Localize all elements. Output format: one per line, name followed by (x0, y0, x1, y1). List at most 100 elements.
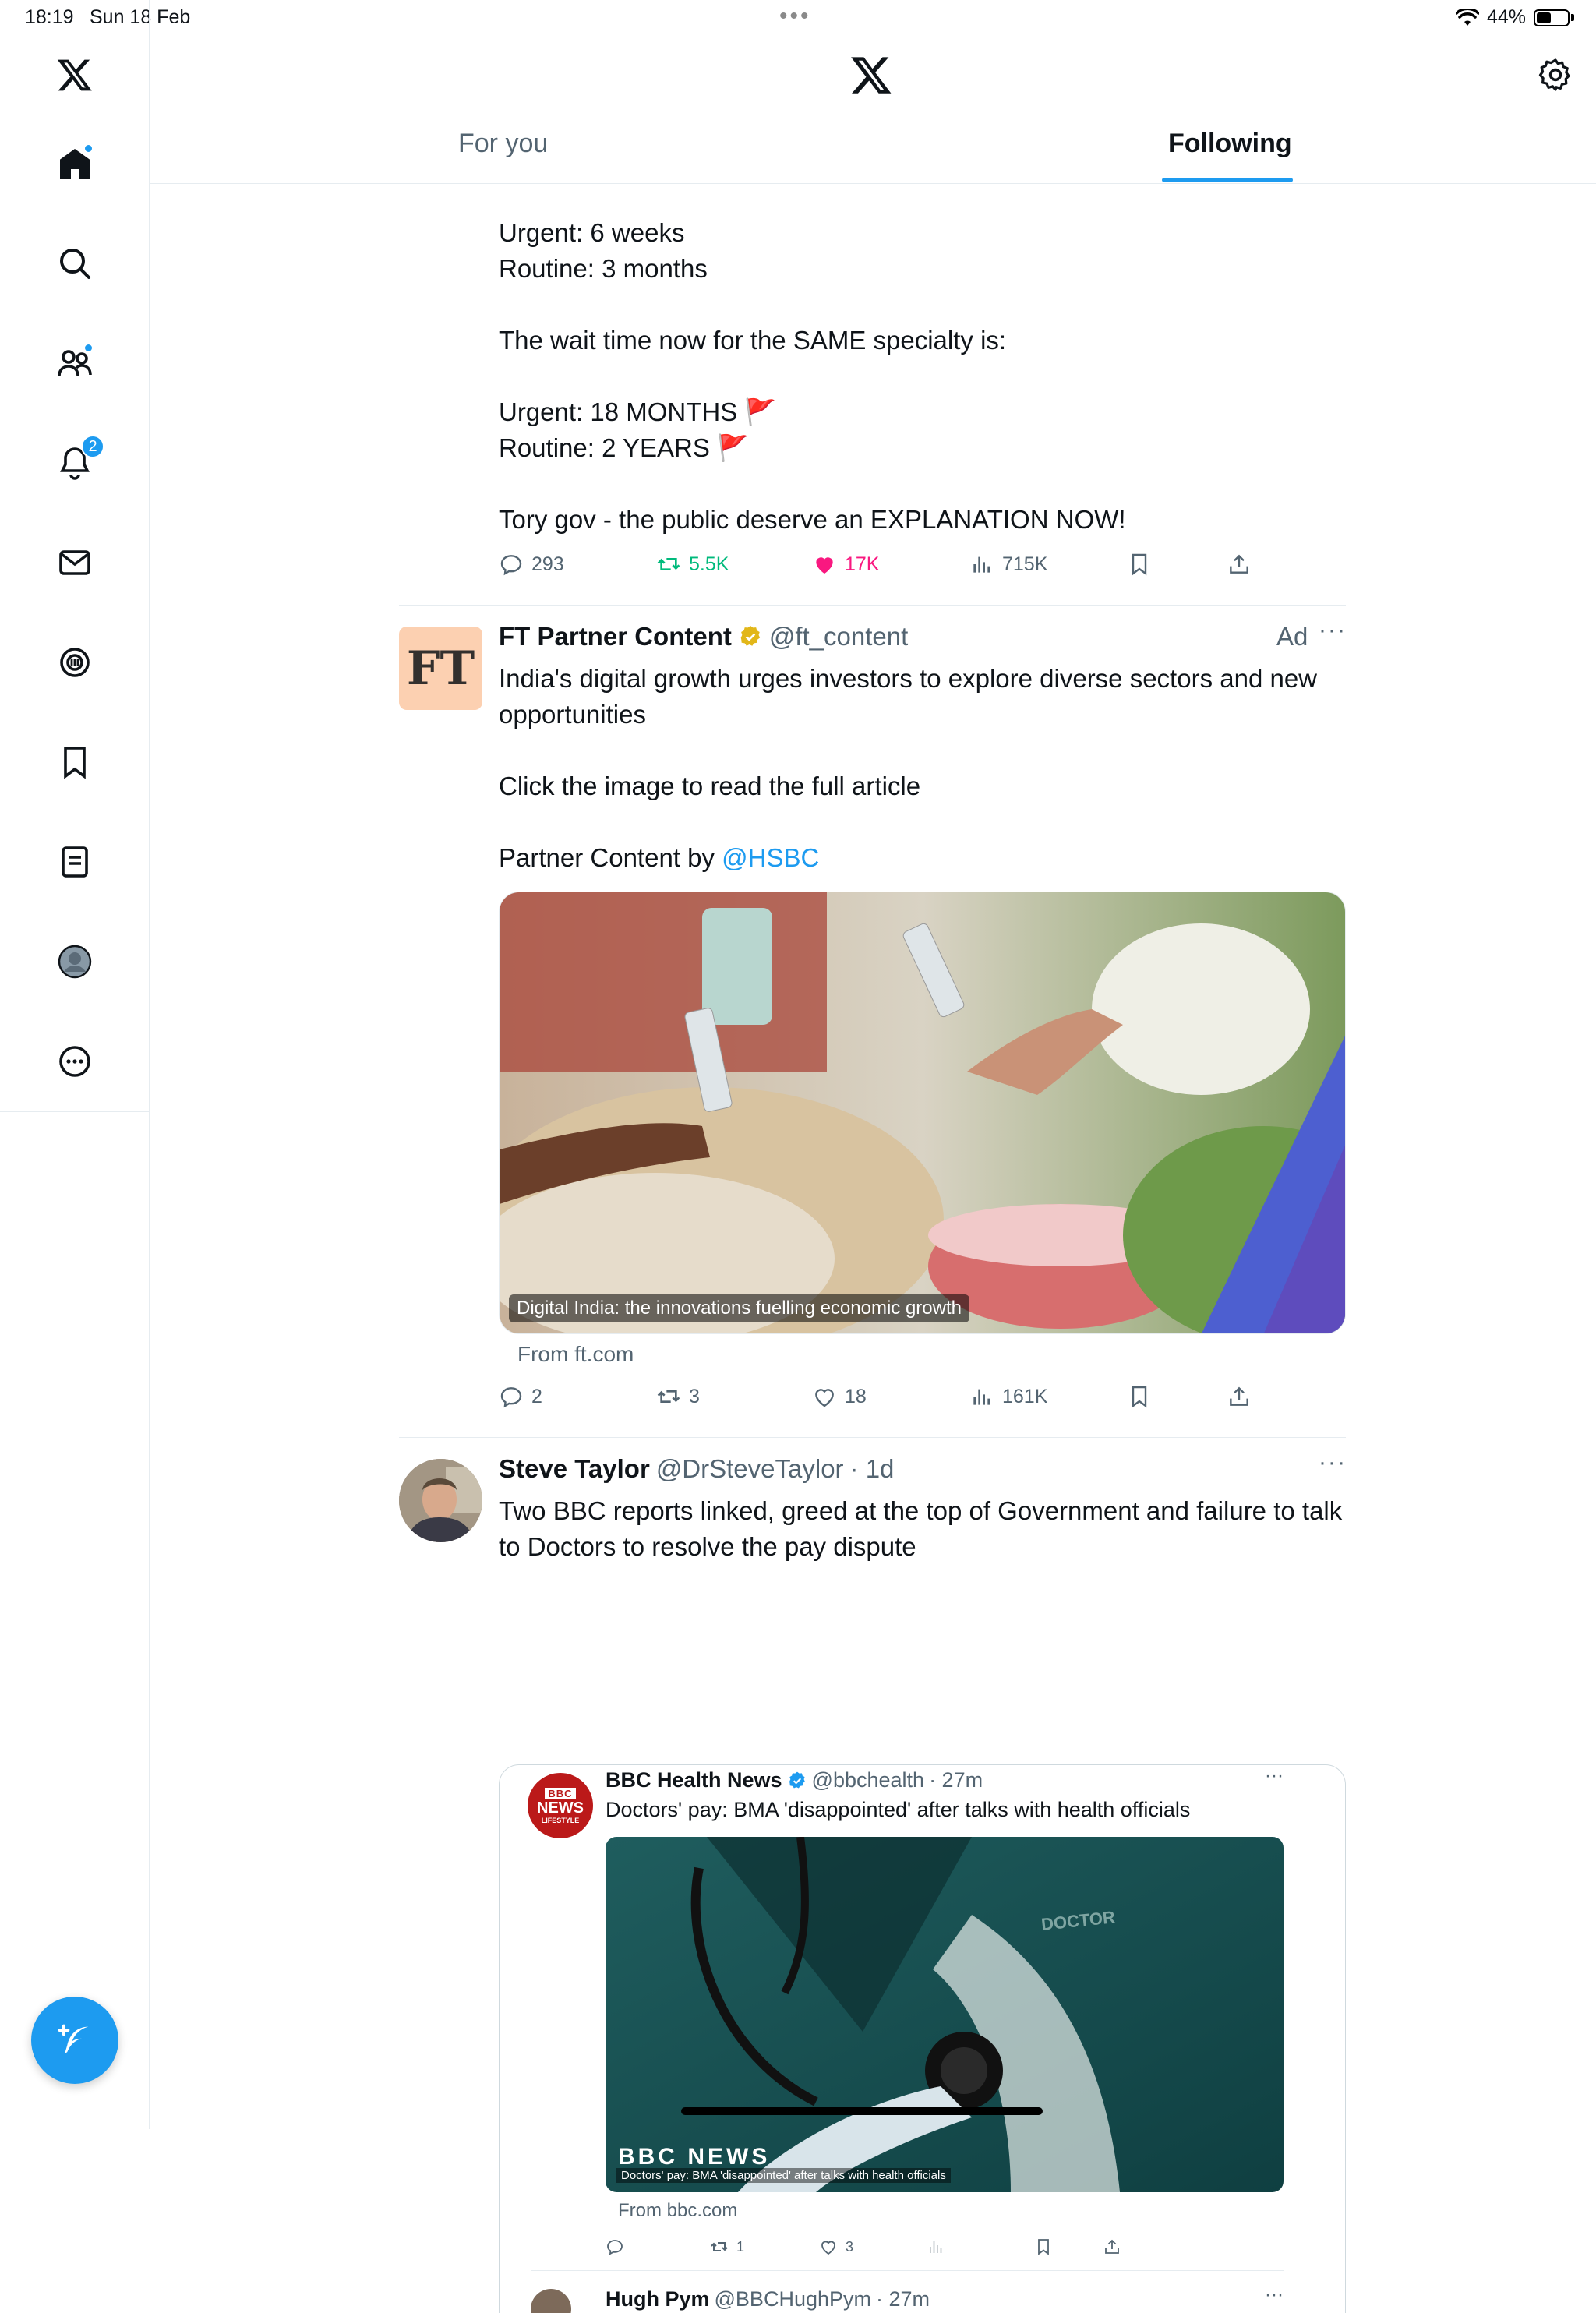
views-button[interactable]: 715K (969, 552, 1047, 577)
next-timestamp: · 27m (876, 2287, 930, 2311)
post-divider (399, 1437, 1346, 1438)
repost-button[interactable]: 3 (656, 1384, 700, 1409)
post-author-row: FT Partner Content @ft_content (499, 622, 908, 652)
profile-avatar-icon[interactable] (50, 937, 100, 987)
link-source[interactable]: From ft.com (517, 1342, 634, 1367)
quoted-repost-count: 1 (736, 2238, 745, 2255)
share-icon (1105, 2239, 1119, 2254)
bookmarks-icon[interactable] (50, 737, 100, 787)
post-text-prefix: Partner Content by (499, 843, 722, 872)
author-name[interactable]: Steve Taylor (499, 1454, 650, 1484)
quoted-timestamp: · 27m (929, 1768, 983, 1792)
gold-verified-badge-icon (740, 626, 760, 646)
post-text: Click the image to read the full article (499, 772, 921, 800)
tab-following[interactable]: Following (1168, 129, 1292, 159)
quoted-image[interactable]: DOCTOR BBC NEWS Doctors' pay: BMA 'disap… (606, 1837, 1284, 2192)
compose-post-button[interactable] (31, 1997, 118, 2084)
quoted-like-button[interactable]: 3 (819, 2237, 853, 2256)
post-more-icon[interactable]: ··· (1319, 1450, 1347, 1476)
quoted-share-button[interactable] (1103, 2237, 1121, 2256)
quoted-link-source[interactable]: From bbc.com (618, 2200, 737, 2222)
quoted-like-count: 3 (846, 2238, 854, 2255)
tab-for-you[interactable]: For you (458, 129, 548, 159)
blue-verified-badge-icon (789, 1771, 805, 1789)
quoted-author-name: BBC Health News (606, 1768, 782, 1792)
bookmark-button[interactable] (1127, 552, 1152, 577)
wifi-icon (1455, 8, 1479, 26)
repost-count: 3 (689, 1385, 700, 1407)
quoted-reply-button[interactable] (606, 2237, 624, 2256)
reply-button[interactable]: 2 (499, 1384, 542, 1409)
bbc-avatar-line: NEWS (537, 1799, 584, 1817)
search-icon[interactable] (50, 238, 100, 288)
post-more-icon[interactable]: ··· (1319, 617, 1347, 644)
reply-icon (500, 555, 522, 576)
lists-icon[interactable] (50, 837, 100, 887)
repost-count: 5.5K (689, 553, 729, 575)
bbc-news-watermark: BBC NEWS (618, 2144, 771, 2170)
heart-icon (821, 2241, 835, 2255)
quoted-views-button[interactable] (927, 2237, 945, 2256)
share-button[interactable] (1227, 1384, 1252, 1409)
home-icon[interactable] (50, 139, 100, 189)
bbc-news-avatar[interactable]: BBC NEWS LIFESTYLE (528, 1773, 593, 1838)
next-author-avatar[interactable] (531, 2289, 571, 2313)
more-options-icon[interactable] (50, 1036, 100, 1086)
home-indicator[interactable] (681, 2107, 1043, 2115)
post-text: Two BBC reports linked, greed at the top… (499, 1496, 1343, 1561)
mention-link[interactable]: @HSBC (722, 843, 819, 872)
author-handle[interactable]: @DrSteveTaylor (656, 1454, 844, 1484)
active-tab-indicator (1162, 178, 1293, 182)
author-avatar[interactable] (399, 1459, 482, 1542)
quoted-author-row: BBC Health News @bbchealth · 27m (606, 1768, 983, 1792)
sidebar-separator (0, 1111, 150, 1112)
post-timestamp[interactable]: · 1d (850, 1454, 895, 1484)
bbc-avatar-line: LIFESTYLE (541, 1816, 580, 1824)
grok-icon[interactable] (50, 637, 100, 687)
messages-envelope-icon[interactable] (50, 538, 100, 588)
author-handle[interactable]: @ft_content (769, 622, 908, 652)
reply-button[interactable]: 293 (499, 552, 564, 577)
multitask-dots-icon[interactable]: ••• (779, 3, 811, 30)
share-icon (1230, 554, 1248, 574)
repost-button[interactable]: 5.5K (656, 552, 729, 577)
heart-icon (815, 1389, 834, 1407)
views-button[interactable]: 161K (969, 1384, 1047, 1409)
views-chart-icon (973, 556, 990, 573)
quoted-bookmark-button[interactable] (1034, 2237, 1053, 2256)
like-button[interactable]: 17K (812, 552, 879, 577)
quoted-media-caption: Doctors' pay: BMA 'disappointed' after t… (616, 2168, 951, 2183)
next-more-icon[interactable]: ··· (1265, 2284, 1284, 2306)
post-text-line: Routine: 2 YEARS 🚩 (499, 433, 750, 462)
quoted-more-icon[interactable]: ··· (1265, 1765, 1284, 1787)
bookmark-button[interactable] (1127, 1384, 1152, 1409)
ft-avatar[interactable]: FT (399, 627, 482, 710)
like-button[interactable]: 18 (812, 1384, 867, 1409)
bookmark-icon (1132, 553, 1147, 576)
next-author-handle: @BBCHughPym (714, 2287, 871, 2311)
notifications-bell-icon[interactable]: 2 (50, 435, 104, 488)
like-count: 18 (845, 1385, 867, 1407)
quoted-author-handle: @bbchealth (811, 1768, 925, 1792)
views-count: 715K (1002, 553, 1048, 575)
post-text-line (499, 466, 1346, 502)
quoted-repost-button[interactable]: 1 (710, 2237, 744, 2256)
doctor-photo: DOCTOR (606, 1837, 1284, 2192)
communities-icon[interactable] (50, 338, 100, 388)
communities-unread-dot (83, 343, 94, 353)
quoted-post-card[interactable]: BBC NEWS LIFESTYLE BBC Health News @bbch… (499, 1764, 1346, 2313)
author-name[interactable]: FT Partner Content (499, 622, 732, 652)
x-logo-icon[interactable] (50, 50, 100, 100)
repost-icon (711, 2242, 728, 2251)
battery-icon (1534, 9, 1570, 26)
notifications-count-badge: 2 (81, 435, 104, 458)
views-chart-icon (973, 1389, 990, 1405)
share-button[interactable] (1227, 552, 1252, 577)
x-logo-icon[interactable] (849, 53, 893, 97)
settings-gear-icon[interactable] (1537, 56, 1574, 94)
timeline-header: For you Following (150, 31, 1596, 184)
ad-image[interactable]: Digital India: the innovations fuelling … (499, 892, 1346, 1334)
sidebar: 2 (0, 0, 150, 2129)
post-text-line (499, 287, 1346, 323)
views-count: 161K (1002, 1385, 1048, 1407)
